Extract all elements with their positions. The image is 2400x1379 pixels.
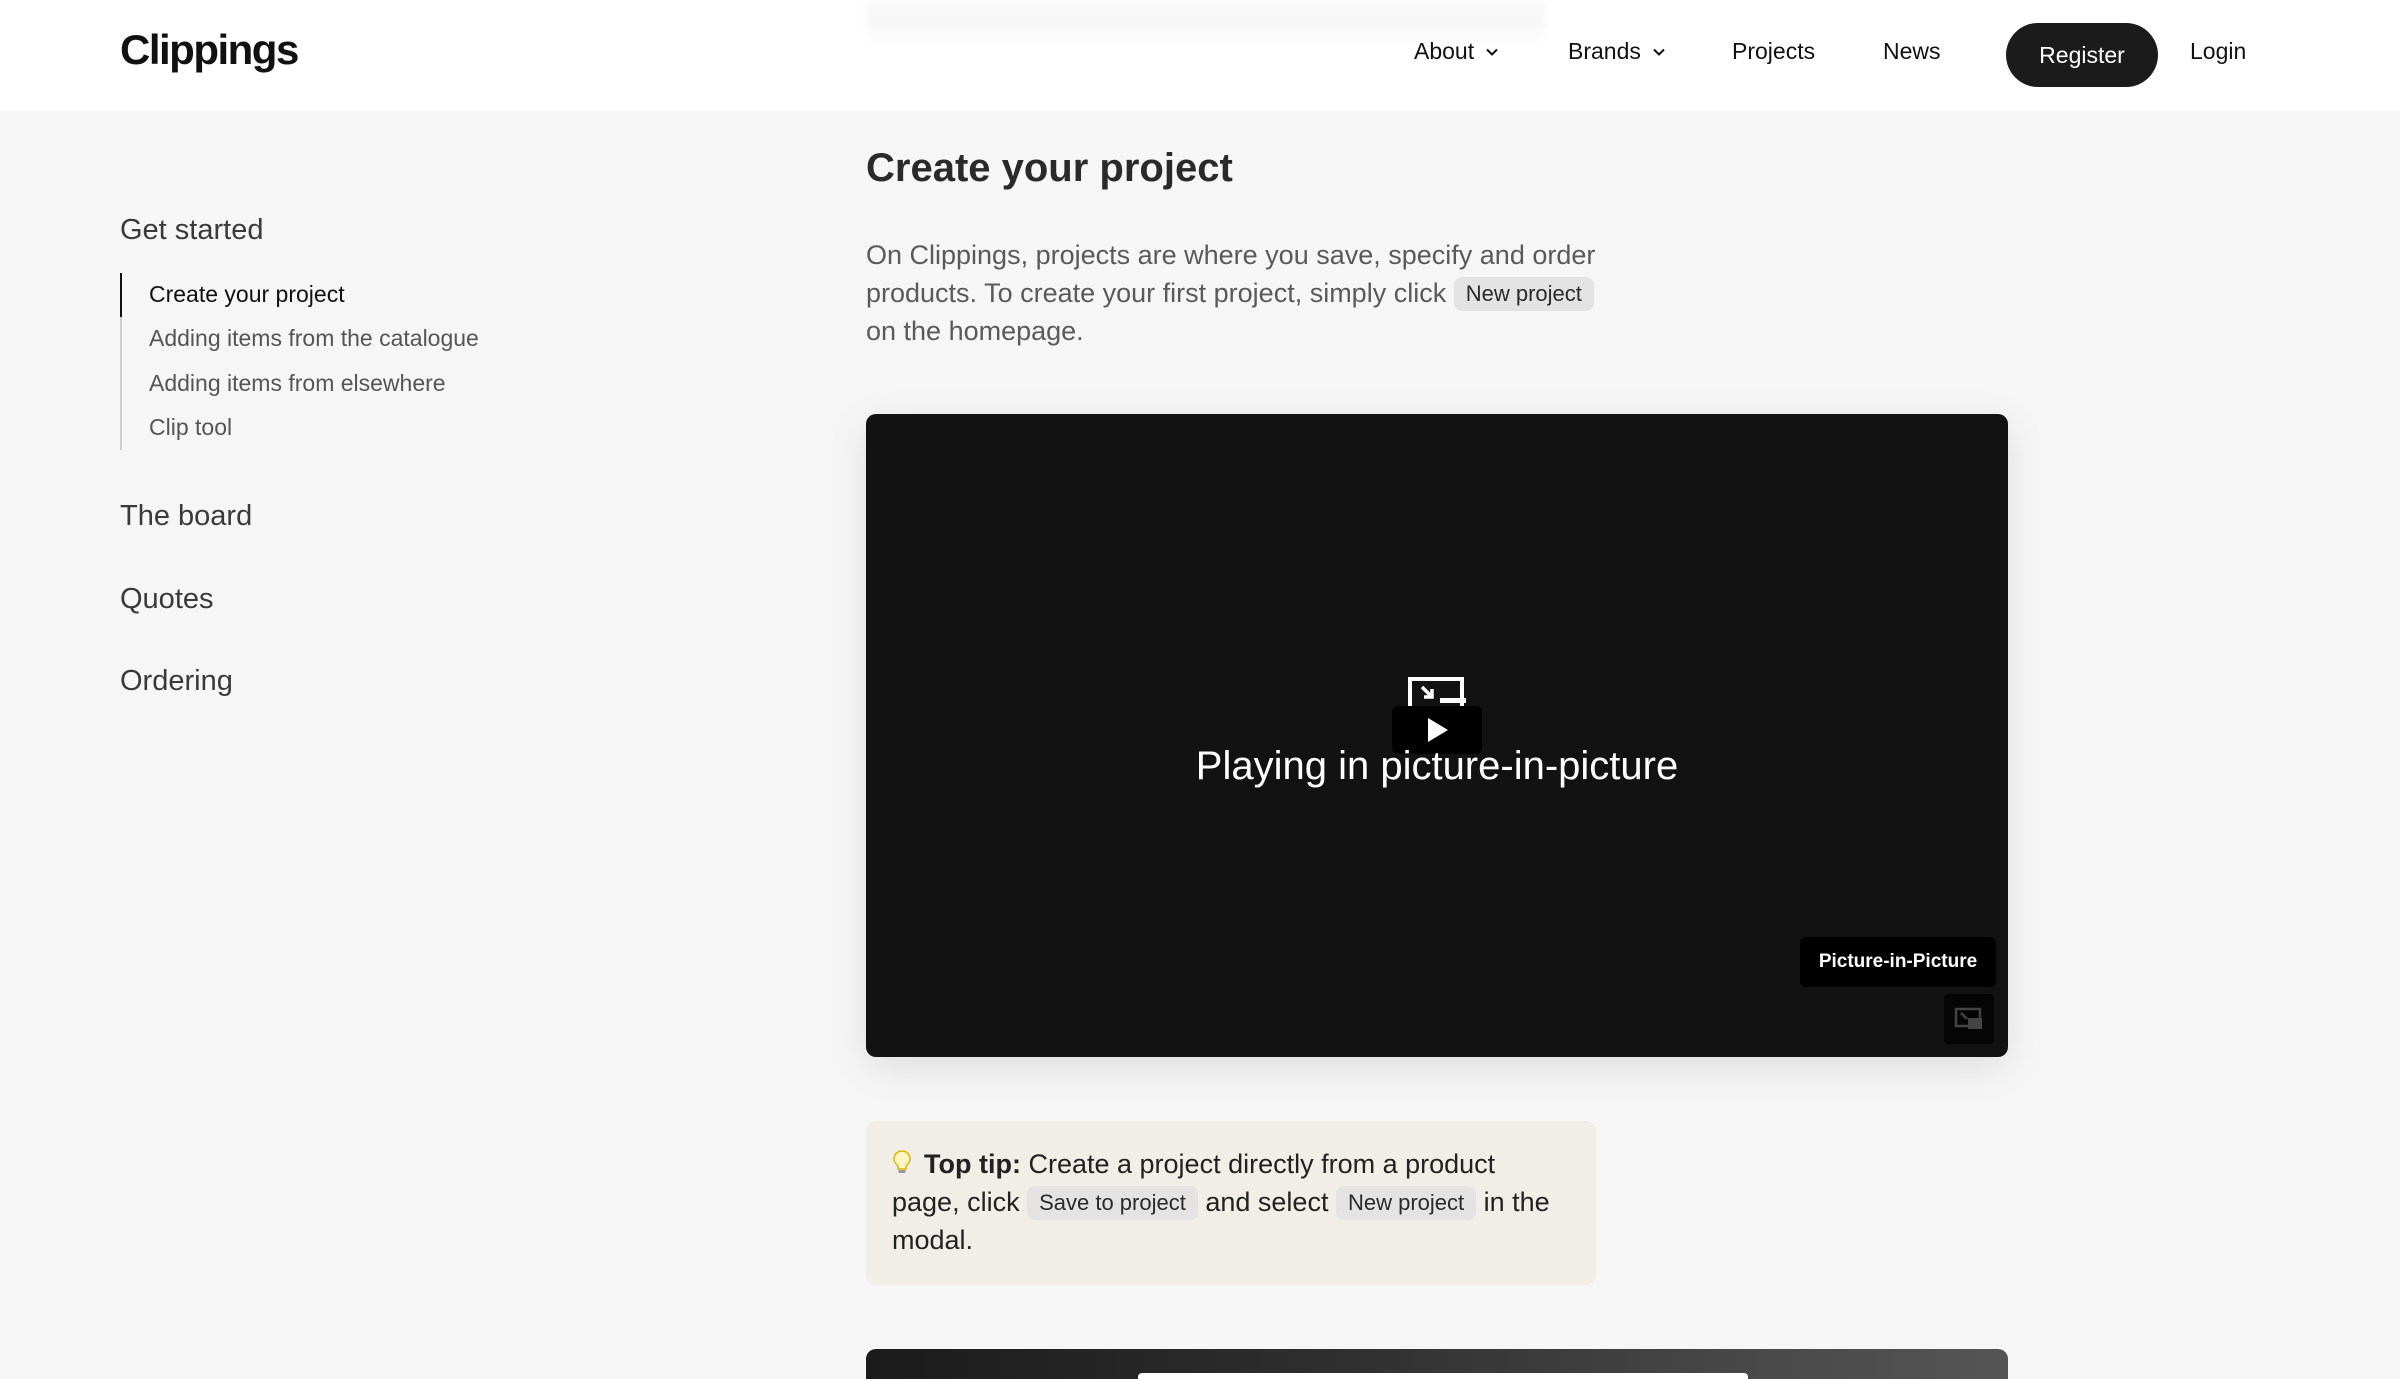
register-button[interactable]: Register [2006,23,2158,87]
sidebar-item-clip-tool[interactable]: Clip tool [149,414,232,441]
save-to-project-chip: Save to project [1027,1186,1198,1220]
nav-projects[interactable]: Projects [1732,38,1815,65]
play-icon [1428,718,1448,742]
pip-toggle-button[interactable] [1944,994,1994,1044]
sidebar-item-create-your-project[interactable]: Create your project [149,281,345,308]
chevron-down-icon [1653,48,1665,56]
video-preview-ui-bar [1138,1373,1748,1379]
pip-tooltip: Picture-in-Picture [1800,937,1996,987]
active-indicator [120,273,122,317]
tip-label: Top tip: [924,1149,1021,1179]
sidebar-section-get-started[interactable]: Get started [120,214,263,247]
tip-text-2: and select [1205,1187,1329,1217]
lightbulb-icon [893,1150,911,1173]
pip-status-text: Playing in picture-in-picture [1195,744,1679,788]
site-header: Clippings About Brands Projects News Reg… [0,0,2400,111]
nav-brands[interactable]: Brands [1568,38,1667,65]
nav-news[interactable]: News [1883,38,1941,65]
sidebar-item-adding-items-catalogue[interactable]: Adding items from the catalogue [149,325,479,352]
nav-brands-label: Brands [1568,38,1641,64]
sidebar-subnav: Create your project Adding items from th… [120,273,479,450]
new-project-chip: New project [1453,277,1594,311]
second-video-preview[interactable] [866,1349,2008,1379]
sidebar-section-the-board[interactable]: The board [120,500,252,533]
page-title: Create your project [866,146,1233,190]
top-tip-callout: Top tip: Create a project directly from … [866,1121,1596,1285]
chevron-down-icon [1486,48,1498,56]
nav-about-label: About [1414,38,1475,64]
sidebar-section-ordering[interactable]: Ordering [120,665,233,698]
nav-about[interactable]: About [1414,38,1500,65]
sidebar-section-quotes[interactable]: Quotes [120,583,214,616]
clippings-logo[interactable]: Clippings [120,26,299,74]
video-player[interactable]: Playing in picture-in-picture Picture-in… [866,414,2008,1057]
intro-text-end: on the homepage. [866,316,1084,346]
sidebar-item-adding-items-elsewhere[interactable]: Adding items from elsewhere [149,370,446,397]
login-link[interactable]: Login [2190,38,2246,65]
intro-paragraph: On Clippings, projects are where you sav… [866,236,1626,350]
new-project-chip-2: New project [1335,1186,1477,1220]
pip-toggle-icon [1954,1007,1982,1029]
